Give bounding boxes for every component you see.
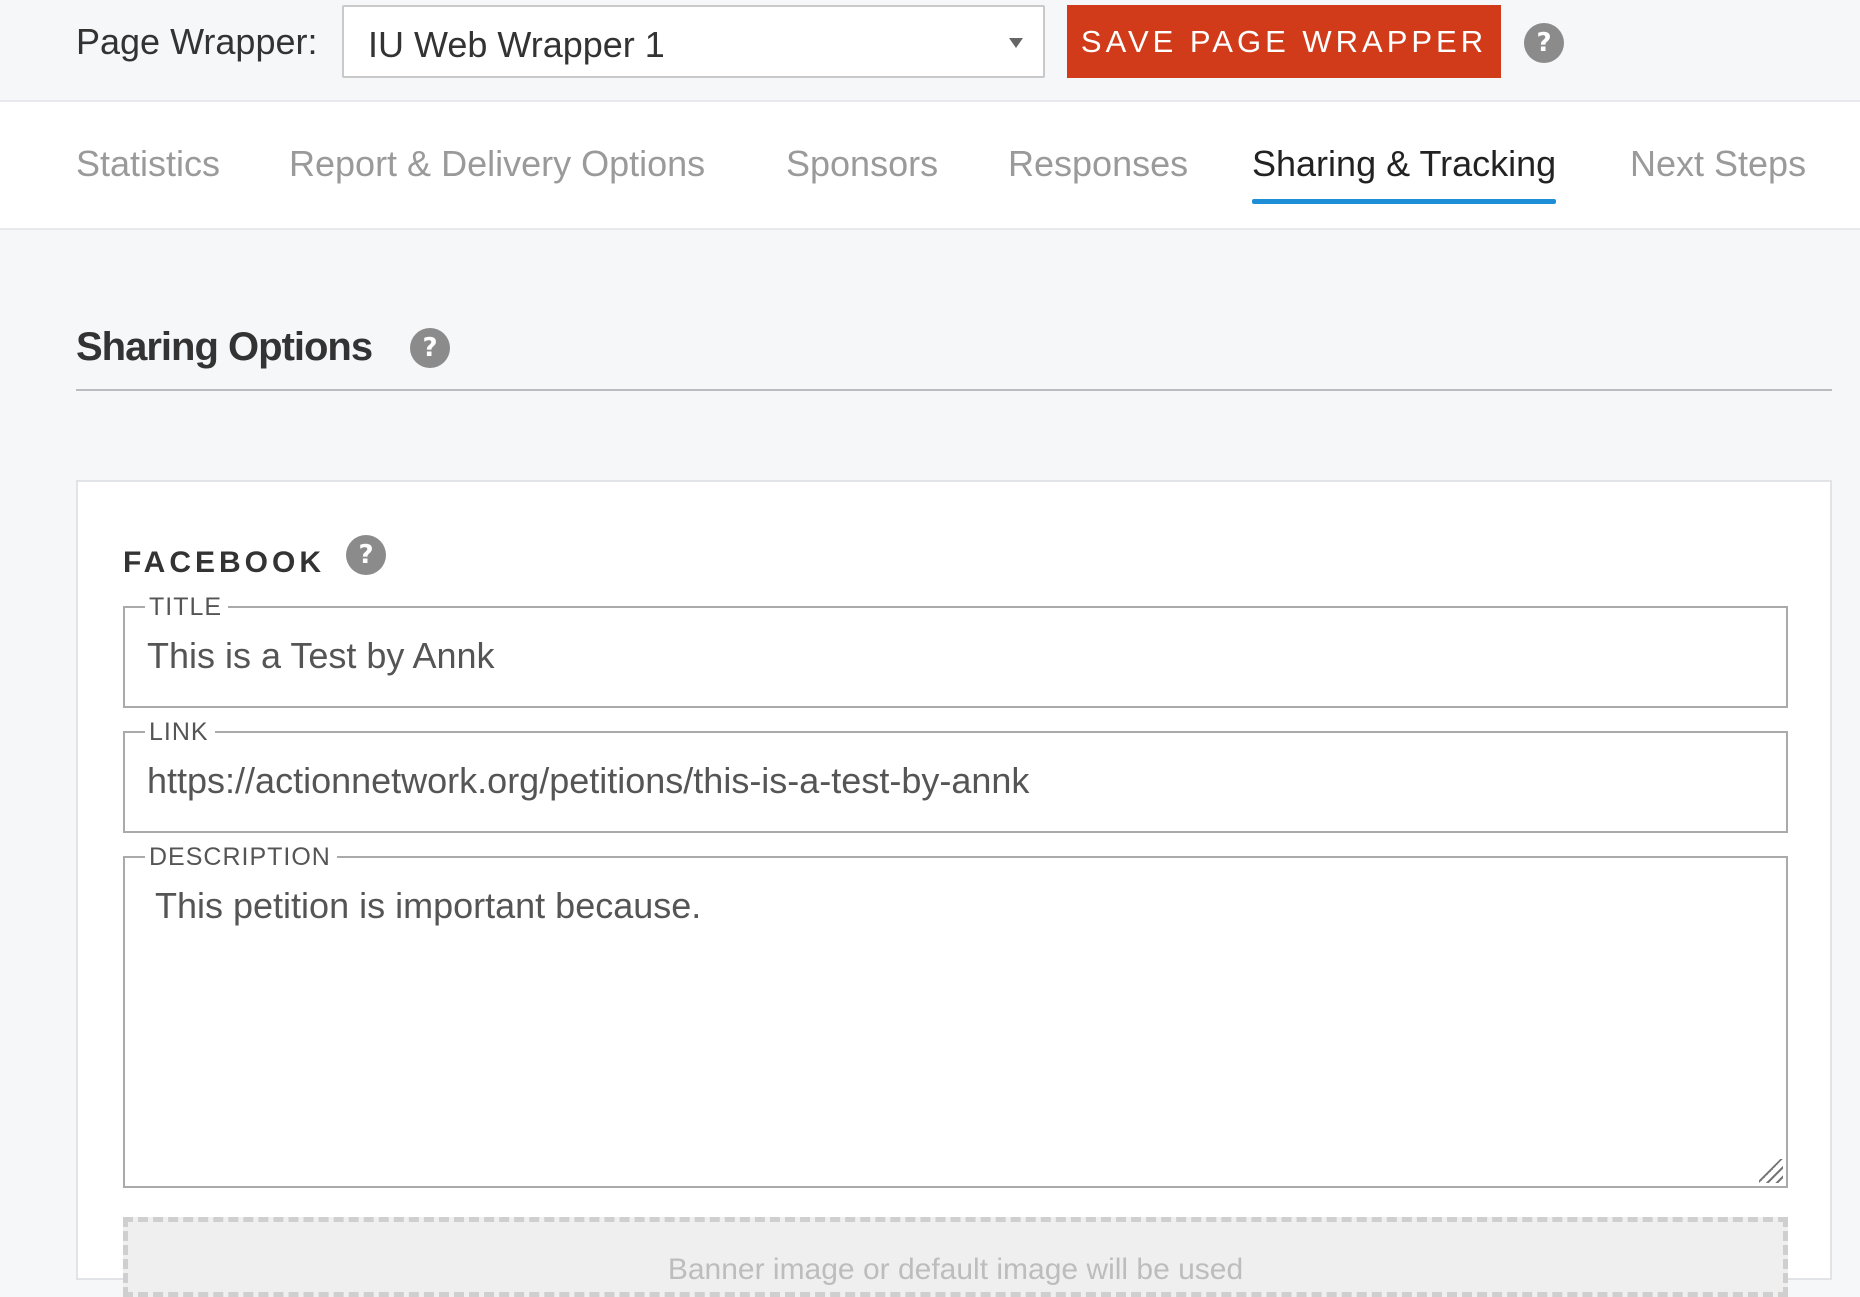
page-wrapper-selected-value: IU Web Wrapper 1 [368, 24, 665, 65]
page-wrapper-label: Page Wrapper: [76, 21, 318, 62]
tab-statistics[interactable]: Statistics [76, 102, 220, 226]
tab-next-steps[interactable]: Next Steps [1630, 102, 1806, 226]
facebook-heading: FACEBOOK [123, 546, 326, 579]
tab-responses[interactable]: Responses [1008, 102, 1188, 226]
facebook-title-field[interactable]: TITLE This is a Test by Annk [123, 592, 1788, 708]
facebook-title-input[interactable]: This is a Test by Annk [147, 634, 495, 678]
facebook-link-field[interactable]: LINK https://actionnetwork.org/petitions… [123, 717, 1788, 833]
tab-sponsors[interactable]: Sponsors [786, 102, 938, 226]
tab-sharing-tracking[interactable]: Sharing & Tracking [1252, 102, 1557, 226]
facebook-link-legend: LINK [145, 717, 215, 747]
chevron-down-icon [1009, 38, 1023, 48]
help-icon[interactable]: ? [346, 535, 386, 575]
facebook-description-legend: DESCRIPTION [145, 842, 337, 872]
banner-image-note: Banner image or default image will be us… [667, 1253, 1244, 1286]
save-page-wrapper-button[interactable]: SAVE PAGE WRAPPER [1067, 5, 1501, 78]
facebook-description-field[interactable]: DESCRIPTION This petition is important b… [123, 842, 1788, 1188]
facebook-description-textarea[interactable]: This petition is important because. [155, 884, 701, 928]
page-wrapper-select[interactable]: IU Web Wrapper 1 [342, 5, 1045, 78]
tab-bar: Statistics Report & Delivery Options Spo… [0, 102, 1860, 230]
facebook-card: FACEBOOK ? TITLE This is a Test by Annk … [76, 480, 1832, 1297]
section-divider [76, 389, 1832, 391]
help-icon[interactable]: ? [410, 328, 450, 368]
resize-handle-icon[interactable] [1759, 1159, 1783, 1183]
page-wrapper-bar: Page Wrapper: IU Web Wrapper 1 SAVE PAGE… [0, 0, 1860, 102]
help-icon[interactable]: ? [1524, 23, 1564, 63]
facebook-title-legend: TITLE [145, 592, 229, 622]
tab-report-delivery-options[interactable]: Report & Delivery Options [289, 102, 705, 226]
section-title: Sharing Options [76, 325, 373, 369]
facebook-link-input[interactable]: https://actionnetwork.org/petitions/this… [147, 759, 1029, 803]
banner-image-dropzone[interactable]: Banner image or default image will be us… [123, 1217, 1788, 1297]
